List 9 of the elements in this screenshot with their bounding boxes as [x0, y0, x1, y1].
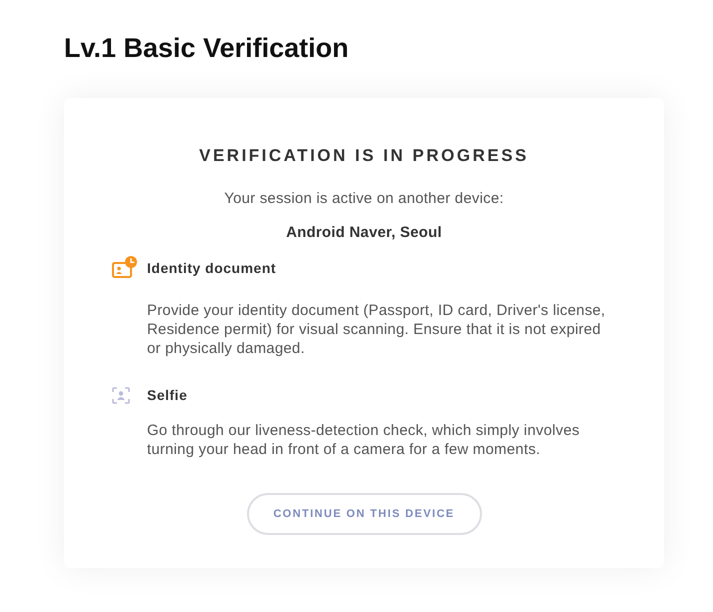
continue-button[interactable]: CONTINUE ON THIS DEVICE: [246, 493, 482, 535]
session-text: Your session is active on another device:: [223, 190, 505, 208]
step-title: Selfie: [147, 386, 188, 404]
step-title: Identity document: [147, 258, 276, 276]
step-description: Provide your identity document (Passport, ID card, Driver's license, Residence permit) for visual scanning. Ensure that it is not expired or physically damaged.: [147, 301, 606, 358]
page-title: Lv.1 Basic Verification: [64, 33, 350, 63]
step-description: Go through our liveness-detection check, which simply involves turning your head in front of a camera for a few moments.: [147, 421, 581, 459]
device-name: Android Naver, Seoul: [285, 224, 443, 242]
card-title: VERIFICATION IS IN PROGRESS: [198, 145, 530, 167]
